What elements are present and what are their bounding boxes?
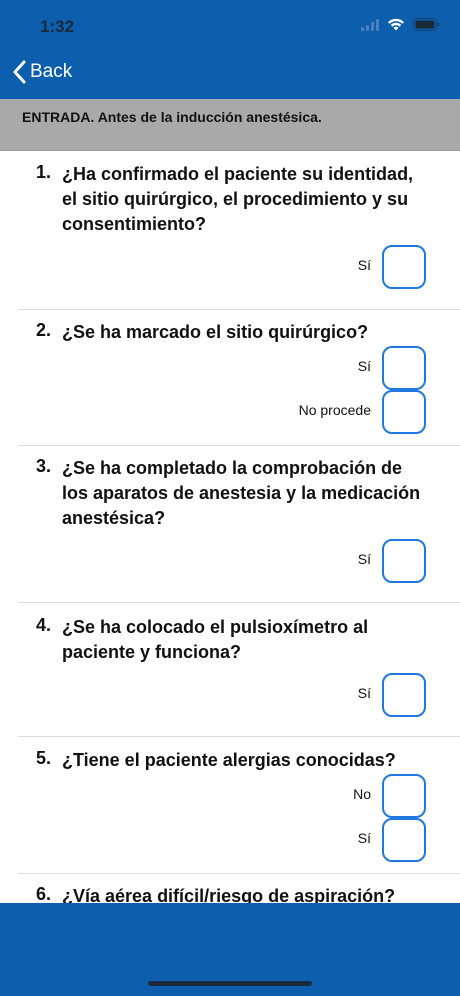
status-time: 1:32 <box>40 17 75 36</box>
checkbox-si[interactable] <box>382 818 426 862</box>
option-si: Sí <box>0 673 460 717</box>
question-text: ¿Se ha completado la comprobación de los… <box>62 456 442 531</box>
battery-icon <box>413 18 440 31</box>
question-number: 5. <box>36 748 52 768</box>
checkbox-si[interactable] <box>382 245 426 289</box>
option-label: No <box>353 786 371 802</box>
signal-icon <box>361 18 379 31</box>
question-line: los aparatos de anestesia y la medicació… <box>62 483 421 503</box>
question-number: 3. <box>36 456 52 476</box>
question-line: ¿Tiene el paciente alergias conocidas? <box>62 750 396 770</box>
divider <box>18 602 460 603</box>
chevron-left-icon <box>13 60 26 84</box>
option-si: Sí <box>0 818 460 862</box>
option-no-procede: No procede <box>0 390 460 434</box>
checkbox-no[interactable] <box>382 774 426 818</box>
option-si: Sí <box>0 346 460 390</box>
option-label: No procede <box>298 402 371 418</box>
back-button[interactable]: Back <box>12 60 72 84</box>
wifi-icon <box>387 18 405 31</box>
option-label: Sí <box>357 551 371 567</box>
question-text: ¿Ha confirmado el paciente su identidad,… <box>62 162 442 237</box>
option-si: Sí <box>0 245 460 289</box>
option-label: Sí <box>357 257 371 273</box>
question-line: consentimiento? <box>62 214 207 234</box>
checkbox-no-procede[interactable] <box>382 390 426 434</box>
divider <box>18 736 460 737</box>
option-label: Sí <box>357 830 371 846</box>
question-number: 4. <box>36 615 52 635</box>
checkbox-si[interactable] <box>382 539 426 583</box>
question-line: ¿Se ha completado la comprobación de <box>62 458 403 478</box>
question-line: ¿Se ha colocado el pulsioxímetro al <box>62 617 369 637</box>
home-indicator <box>148 981 312 986</box>
header: 1:32 Back <box>0 0 460 99</box>
question-line: el sitio quirúrgico, el procedimiento y … <box>62 189 409 209</box>
bottom-bar <box>0 903 460 996</box>
divider <box>18 309 460 310</box>
checkbox-si[interactable] <box>382 673 426 717</box>
question-text: ¿Tiene el paciente alergias conocidas? <box>62 748 442 773</box>
question-text: ¿Se ha marcado el sitio quirúrgico? <box>62 320 442 345</box>
question-line: anestésica? <box>62 508 166 528</box>
section-title: ENTRADA. Antes de la inducción anestésic… <box>22 109 322 125</box>
question-line: paciente y funciona? <box>62 642 242 662</box>
question-line: ¿Ha confirmado el paciente su identidad, <box>62 164 414 184</box>
question-number: 1. <box>36 162 52 182</box>
screen: 1:32 Back ENTRADA. Antes de la inducción… <box>0 0 460 996</box>
option-si: Sí <box>0 539 460 583</box>
checkbox-si[interactable] <box>382 346 426 390</box>
option-label: Sí <box>357 685 371 701</box>
option-label: Sí <box>357 358 371 374</box>
question-number: 6. <box>36 884 52 904</box>
status-icons <box>361 18 440 31</box>
question-number: 2. <box>36 320 52 340</box>
option-no: No <box>0 774 460 818</box>
back-label: Back <box>30 61 73 82</box>
question-text: ¿Se ha colocado el pulsioxímetro al paci… <box>62 615 442 665</box>
section-banner: ENTRADA. Antes de la inducción anestésic… <box>0 99 460 151</box>
divider <box>18 873 460 874</box>
question-line: ¿Se ha marcado el sitio quirúrgico? <box>62 322 369 342</box>
divider <box>18 445 460 446</box>
